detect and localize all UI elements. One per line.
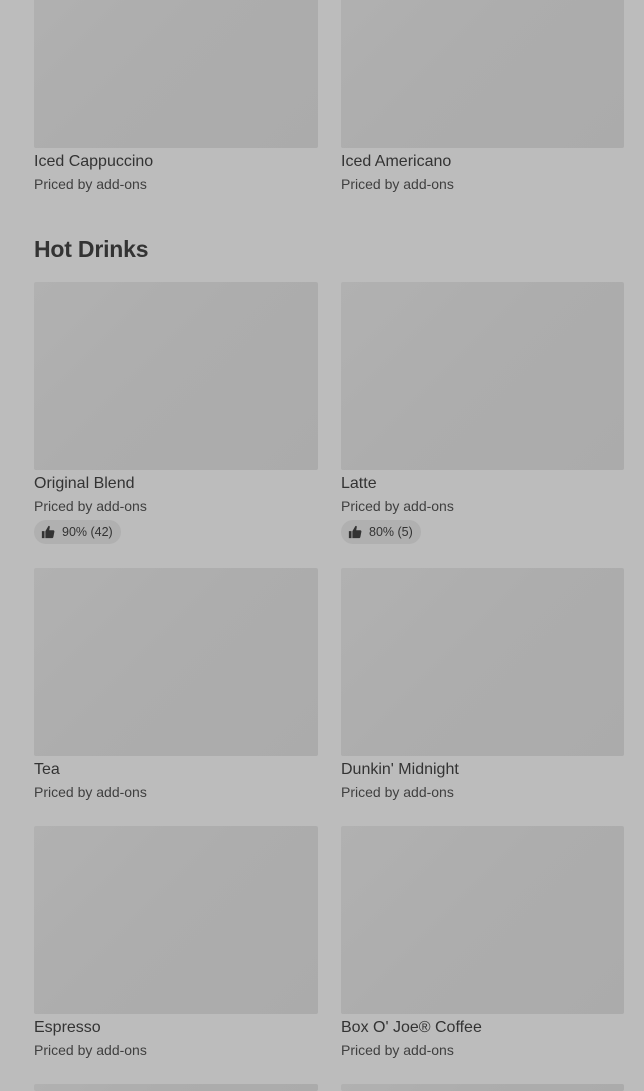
- item-image[interactable]: [341, 1084, 624, 1091]
- item-name: Latte: [341, 475, 377, 492]
- thumbs-up-icon: [348, 525, 362, 539]
- item-image[interactable]: [341, 826, 624, 1014]
- menu-item-card[interactable]: Original Blend Priced by add-ons 90% (42…: [34, 282, 318, 544]
- item-image[interactable]: [34, 568, 318, 756]
- menu-item-card[interactable]: [341, 1084, 624, 1091]
- item-image[interactable]: [341, 568, 624, 756]
- item-image[interactable]: [34, 282, 318, 470]
- rating-badge: 90% (42): [34, 520, 121, 544]
- item-image[interactable]: [341, 0, 624, 148]
- item-image[interactable]: [341, 282, 624, 470]
- thumbs-up-icon: [41, 525, 55, 539]
- item-name: Iced Americano: [341, 153, 452, 170]
- item-name: Box O' Joe® Coffee: [341, 1019, 482, 1036]
- item-price: Priced by add-ons: [34, 784, 147, 800]
- item-name: Iced Cappuccino: [34, 153, 154, 170]
- menu-item-card[interactable]: Espresso Priced by add-ons: [34, 826, 318, 1058]
- item-name: Espresso: [34, 1019, 101, 1036]
- item-price: Priced by add-ons: [341, 498, 454, 514]
- item-image[interactable]: [34, 826, 318, 1014]
- item-price: Priced by add-ons: [341, 784, 454, 800]
- item-image[interactable]: [34, 1084, 318, 1091]
- menu-item-card[interactable]: Latte Priced by add-ons 80% (5): [341, 282, 624, 544]
- menu-item-card[interactable]: Tea Priced by add-ons: [34, 568, 318, 800]
- menu-page: Iced Cappuccino Priced by add-ons Iced A…: [0, 0, 644, 1091]
- item-price: Priced by add-ons: [34, 498, 147, 514]
- item-price: Priced by add-ons: [341, 1042, 454, 1058]
- item-price: Priced by add-ons: [34, 1042, 147, 1058]
- menu-item-card[interactable]: [34, 1084, 318, 1091]
- menu-item-card[interactable]: Dunkin' Midnight Priced by add-ons: [341, 568, 624, 800]
- item-name: Original Blend: [34, 475, 135, 492]
- item-image[interactable]: [34, 0, 318, 148]
- item-price: Priced by add-ons: [341, 176, 454, 192]
- rating-text: 80% (5): [369, 525, 413, 539]
- item-price: Priced by add-ons: [34, 176, 147, 192]
- menu-item-card[interactable]: Iced Cappuccino Priced by add-ons: [34, 0, 318, 192]
- section-title: Hot Drinks: [34, 236, 149, 262]
- rating-text: 90% (42): [62, 525, 113, 539]
- rating-badge: 80% (5): [341, 520, 421, 544]
- menu-item-card[interactable]: Iced Americano Priced by add-ons: [341, 0, 624, 192]
- item-name: Tea: [34, 761, 60, 778]
- menu-item-card[interactable]: Box O' Joe® Coffee Priced by add-ons: [341, 826, 624, 1058]
- item-name: Dunkin' Midnight: [341, 761, 459, 778]
